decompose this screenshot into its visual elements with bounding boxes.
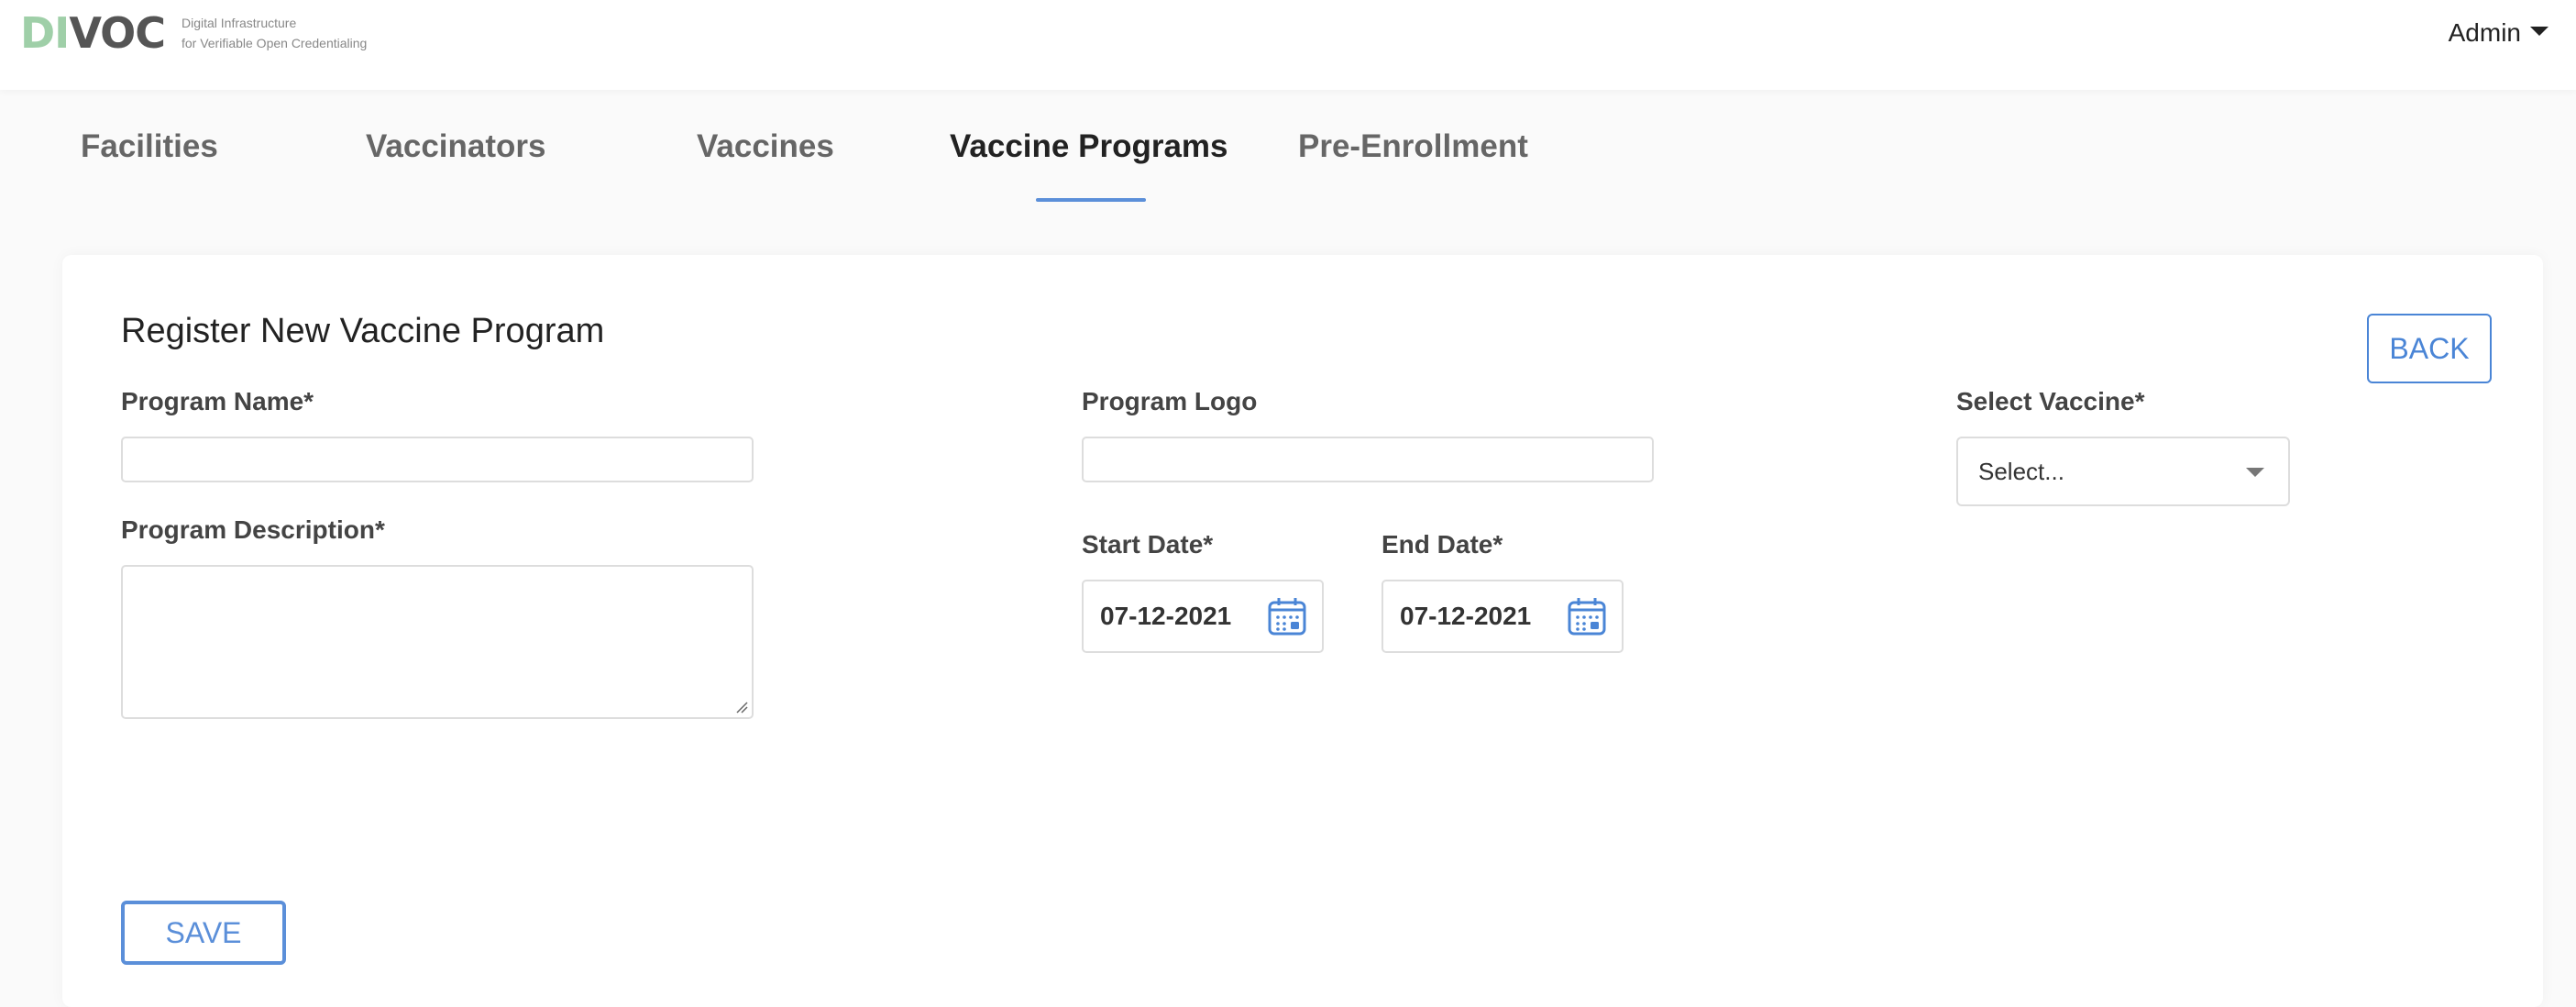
top-navbar: DIVOC Digital Infrastructure for Verifia… — [0, 0, 2576, 90]
form-title: Register New Vaccine Program — [121, 312, 605, 350]
tab-vaccines[interactable]: Vaccines — [697, 128, 834, 165]
program-name-input[interactable] — [121, 437, 754, 482]
tagline-line-2: for Verifiable Open Credentialing — [181, 36, 368, 50]
calendar-icon[interactable] — [1567, 596, 1607, 636]
user-menu-toggle[interactable]: Admin — [2449, 18, 2548, 48]
caret-down-icon — [2530, 27, 2548, 36]
select-vaccine-label: Select Vaccine* — [1956, 387, 2145, 415]
end-date-picker[interactable]: 07-12-2021 — [1382, 580, 1624, 653]
tab-pre-enrollment[interactable]: Pre-Enrollment — [1298, 128, 1528, 165]
select-vaccine-placeholder: Select... — [1978, 457, 2064, 485]
program-description-textarea[interactable] — [121, 565, 754, 719]
tab-facilities[interactable]: Facilities — [81, 128, 218, 165]
program-name-label: Program Name* — [121, 387, 314, 415]
active-tab-indicator — [1036, 198, 1146, 202]
logo-mark: DIVOC — [20, 7, 166, 59]
back-button[interactable]: BACK — [2367, 314, 2492, 383]
tab-vaccinators[interactable]: Vaccinators — [366, 128, 546, 165]
logo-mark-di: DI — [20, 8, 70, 58]
start-date-picker[interactable]: 07-12-2021 — [1082, 580, 1324, 653]
logo-mark-voc: VOC — [69, 8, 166, 58]
logo-tagline: Digital Infrastructure for Verifiable Op… — [182, 13, 367, 53]
user-menu-label: Admin — [2448, 18, 2521, 47]
chevron-down-icon — [2246, 468, 2264, 477]
tab-vaccine-programs[interactable]: Vaccine Programs — [950, 128, 1228, 165]
end-date-label: End Date* — [1382, 530, 1503, 559]
end-date-value: 07-12-2021 — [1400, 602, 1532, 630]
tagline-line-1: Digital Infrastructure — [181, 16, 297, 30]
program-logo-label: Program Logo — [1082, 387, 1258, 415]
select-vaccine-dropdown[interactable]: Select... — [1956, 437, 2290, 506]
start-date-label: Start Date* — [1082, 530, 1214, 559]
save-button[interactable]: SAVE — [121, 901, 286, 965]
resize-grip-icon[interactable] — [735, 701, 748, 714]
program-description-label: Program Description* — [121, 515, 385, 544]
program-logo-input[interactable] — [1082, 437, 1654, 482]
divoc-logo[interactable]: DIVOC Digital Infrastructure for Verifia… — [20, 7, 367, 59]
calendar-icon[interactable] — [1267, 596, 1307, 636]
start-date-value: 07-12-2021 — [1100, 602, 1232, 630]
